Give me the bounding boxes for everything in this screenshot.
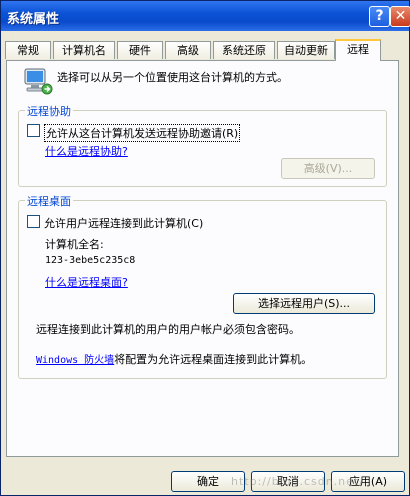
windows-firewall-link[interactable]: Windows 防火墙: [36, 355, 114, 366]
remote-assistance-checkbox[interactable]: [27, 124, 40, 137]
tab-system-restore[interactable]: 系统还原: [213, 41, 275, 59]
tab-hardware[interactable]: 硬件: [117, 41, 163, 59]
close-button[interactable]: ✕: [390, 6, 410, 27]
tab-automatic-updates[interactable]: 自动更新: [277, 41, 335, 59]
what-is-remote-desktop-link[interactable]: 什么是远程桌面?: [45, 274, 128, 290]
system-properties-window: 系统属性 ? ✕ 常规 计算机名 硬件 高级 系统还原 自动更新 远程 选择可以…: [0, 0, 410, 496]
intro-text: 选择可以从另一个位置使用这台计算机的方式。: [57, 71, 288, 84]
remote-desktop-checkbox[interactable]: [27, 215, 40, 228]
what-is-remote-assistance-link[interactable]: 什么是远程协助?: [45, 143, 128, 159]
remote-computer-icon: [24, 68, 53, 95]
remote-desktop-title: 远程桌面: [25, 193, 73, 209]
remote-desktop-group: 远程桌面 允许用户远程连接到此计算机(C) 计算机全名: 123-3ebe5c2…: [18, 193, 387, 379]
tab-computer-name[interactable]: 计算机名: [53, 41, 115, 59]
remote-assistance-title: 远程协助: [25, 103, 73, 119]
tab-general[interactable]: 常规: [5, 41, 51, 59]
remote-desktop-checkbox-label[interactable]: 允许用户远程连接到此计算机(C): [44, 215, 203, 231]
remote-assistance-group: 远程协助 允许从这台计算机发送远程协助邀请(R) 什么是远程协助? 高级(V).…: [18, 103, 387, 187]
firewall-text: 将配置为允许远程桌面连接到此计算机。: [114, 353, 313, 366]
remote-assistance-checkbox-label[interactable]: 允许从这台计算机发送远程协助邀请(R): [44, 124, 241, 142]
watermark-text: http://blog.csdn.net/: [231, 475, 364, 488]
password-note: 远程连接到此计算机的用户的用户帐户必须包含密码。: [36, 323, 300, 336]
computer-full-name-value: 123-3ebe5c235c8: [45, 255, 136, 266]
remote-tab-panel: 选择可以从另一个位置使用这台计算机的方式。 远程协助 允许从这台计算机发送远程协…: [6, 60, 399, 457]
tab-remote[interactable]: 远程: [335, 39, 381, 61]
computer-full-name-label: 计算机全名:: [45, 238, 104, 251]
advanced-button[interactable]: 高级(V)...: [281, 158, 375, 179]
title-bar[interactable]: 系统属性 ? ✕: [1, 1, 410, 31]
firewall-sentence: Windows 防火墙将配置为允许远程桌面连接到此计算机。: [36, 351, 312, 367]
window-title: 系统属性: [7, 12, 60, 27]
help-button[interactable]: ?: [369, 6, 390, 27]
select-remote-users-button[interactable]: 选择远程用户(S)...: [233, 293, 375, 314]
tab-advanced[interactable]: 高级: [165, 41, 211, 59]
